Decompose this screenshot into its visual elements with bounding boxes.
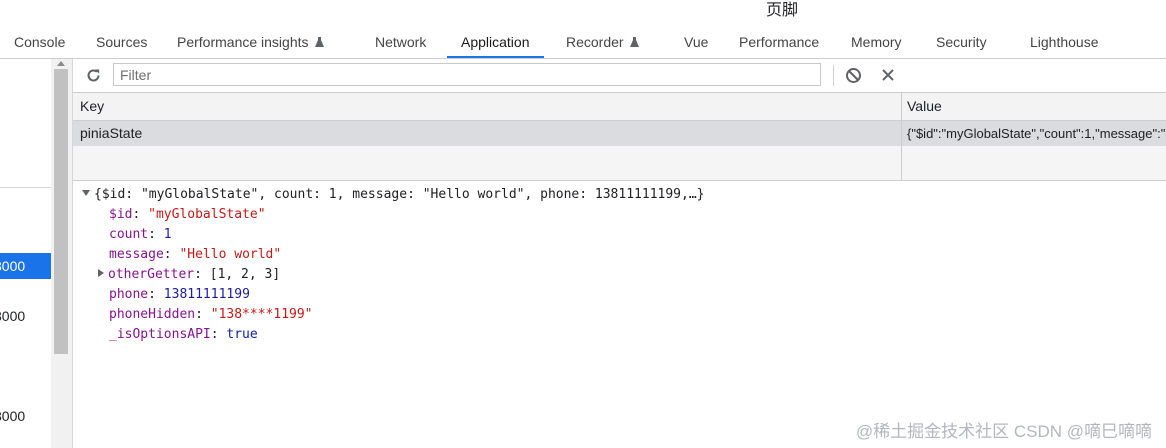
experiment-flask-icon	[314, 37, 324, 47]
delete-icon[interactable]	[881, 68, 895, 82]
property-key: _isOptionsAPI	[109, 327, 211, 342]
tab-sources[interactable]: Sources	[96, 28, 147, 58]
row-key-cell: piniaState	[80, 125, 143, 141]
toolbar-divider	[833, 65, 834, 86]
property-value: "138****1199"	[210, 307, 313, 322]
property-key: otherGetter	[108, 267, 195, 282]
property-value: [1, 2, 3]	[209, 267, 281, 282]
sidebar-item-origin[interactable]: 3000	[0, 403, 51, 429]
collapse-triangle-icon[interactable]	[98, 269, 104, 277]
column-divider[interactable]	[901, 93, 902, 180]
tab-lighthouse[interactable]: Lighthouse	[1030, 28, 1099, 58]
property-value: "Hello world"	[179, 247, 282, 262]
property-row: phone: 13811111199	[109, 287, 250, 302]
footer-label: 页脚	[766, 2, 799, 19]
watermark: @稀土掘金技术社区 CSDN @嘀巳嘀嘀	[855, 422, 1152, 441]
property-row: phoneHidden: "138****1199"	[109, 307, 313, 322]
storage-table: Key Value piniaState {"$id":"myGlobalSta…	[73, 93, 1166, 181]
row-value-cell: {"$id":"myGlobalState","count":1,"messag…	[907, 126, 1166, 141]
tab-network[interactable]: Network	[375, 28, 426, 58]
tab-console[interactable]: Console	[14, 28, 65, 58]
tab-vue[interactable]: Vue	[684, 28, 708, 58]
property-row-expandable[interactable]: otherGetter: [1, 2, 3]	[98, 265, 280, 285]
value-preview: {$id: "myGlobalState", count: 1, message…	[73, 183, 1166, 448]
table-header: Key Value	[73, 93, 1166, 121]
tab-recorder[interactable]: Recorder	[566, 28, 639, 58]
property-row: count: 1	[109, 227, 172, 242]
object-summary: {$id: "myGlobalState", count: 1, message…	[94, 187, 705, 202]
devtools-tabbar: Console Sources Performance insights Net…	[0, 28, 1166, 59]
scroll-up-arrow-icon[interactable]	[57, 61, 65, 66]
property-value: 13811111199	[163, 287, 250, 302]
tab-security[interactable]: Security	[936, 28, 987, 58]
property-key: count	[109, 227, 149, 242]
property-row: message: "Hello world"	[109, 247, 282, 262]
property-row: $id: "myGlobalState"	[109, 207, 266, 222]
tab-application[interactable]: Application	[447, 28, 544, 58]
property-key: phoneHidden	[109, 307, 196, 322]
property-value: true	[226, 327, 258, 342]
expand-triangle-icon[interactable]	[82, 190, 90, 196]
column-header-value[interactable]: Value	[907, 93, 942, 120]
table-row[interactable]: piniaState {"$id":"myGlobalState","count…	[73, 121, 1166, 146]
filter-input[interactable]	[113, 63, 821, 86]
sidebar-divider	[0, 187, 51, 188]
property-row: _isOptionsAPI: true	[109, 327, 258, 342]
object-summary-line[interactable]: {$id: "myGlobalState", count: 1, message…	[82, 185, 704, 205]
property-key: message	[109, 247, 164, 262]
experiment-flask-icon	[629, 37, 639, 47]
property-value: 1	[163, 227, 172, 242]
scrollbar-thumb[interactable]	[54, 69, 68, 354]
property-key: $id	[109, 207, 133, 222]
refresh-icon[interactable]	[85, 67, 102, 84]
tab-performance[interactable]: Performance	[739, 28, 819, 58]
application-sidebar: 3000 3000 3000	[0, 59, 51, 448]
property-key: phone	[109, 287, 149, 302]
sidebar-item-origin[interactable]: 3000	[0, 253, 51, 279]
sidebar-item-origin[interactable]: 3000	[0, 303, 51, 329]
sidebar-scrollbar[interactable]	[51, 59, 73, 448]
empty-table-row[interactable]	[73, 146, 1166, 180]
tab-memory[interactable]: Memory	[851, 28, 902, 58]
tab-performance-insights[interactable]: Performance insights	[177, 28, 324, 58]
storage-toolbar	[73, 59, 1166, 93]
property-value: "myGlobalState"	[148, 207, 266, 222]
column-header-key[interactable]: Key	[80, 93, 104, 120]
clear-all-icon[interactable]	[845, 67, 862, 84]
